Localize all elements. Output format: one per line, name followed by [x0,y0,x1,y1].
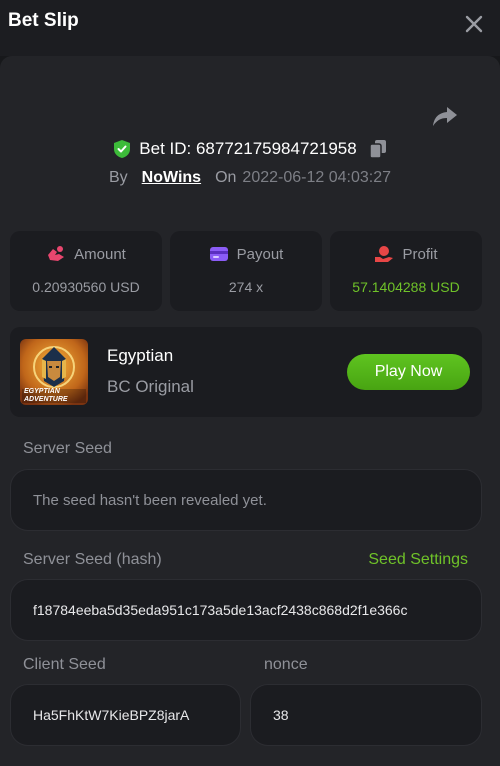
server-seed-hash-label: Server Seed (hash) [23,551,162,568]
bet-id-row: Bet ID: 68772175984721958 [0,136,500,162]
amount-label: Amount [74,245,126,263]
game-card: EGYPTIAN ADVENTURE Egyptian BC Original … [10,327,482,417]
server-seed-field[interactable]: The seed hasn't been revealed yet. [10,469,482,531]
amount-value: 0.20930560 USD [32,279,140,295]
page-title: Bet Slip [8,10,79,31]
nonce-label: nonce [264,656,308,673]
on-label: On [215,169,237,186]
amount-card: Amount 0.20930560 USD [10,231,162,311]
shield-check-icon [114,140,131,158]
bet-id: Bet ID: 68772175984721958 [139,139,357,158]
game-name: Egyptian [107,346,174,365]
profit-value: 57.1404288 USD [352,279,460,295]
bet-date: 2022-06-12 04:03:27 [242,169,391,186]
server-seed-label: Server Seed [23,440,112,457]
play-now-button[interactable]: Play Now [347,354,470,390]
game-thumbnail[interactable]: EGYPTIAN ADVENTURE [20,339,88,405]
client-seed-value: Ha5FhKtW7KieBPZ8jarA [33,707,190,723]
payout-value: 274 x [228,279,264,295]
profit-label: Profit [402,245,438,263]
game-thumbnail-text: EGYPTIAN ADVENTURE [24,388,68,403]
server-seed-value: The seed hasn't been revealed yet. [33,491,267,509]
card-icon [209,247,228,261]
server-seed-hash-field[interactable]: f18784eeba5d35eda951c173a5de13acf2438c86… [10,579,482,641]
client-seed-label: Client Seed [23,656,106,673]
share-button[interactable] [432,104,458,128]
server-seed-hash-value: f18784eeba5d35eda951c173a5de13acf2438c86… [33,602,408,618]
game-provider: BC Original [107,377,194,396]
bet-meta-row: By NoWins On 2022-06-12 04:03:27 [0,166,500,190]
close-icon [465,15,483,33]
header: Bet Slip [0,0,500,56]
payout-card: Payout 274 x [170,231,322,311]
nonce-value: 38 [273,707,289,723]
share-icon [433,107,457,126]
by-label: By [109,169,128,186]
amount-icon [48,246,65,261]
nonce-field[interactable]: 38 [250,684,482,746]
seed-settings-link[interactable]: Seed Settings [368,551,468,569]
profit-icon [375,246,394,262]
close-button[interactable] [462,12,486,36]
copy-icon[interactable] [368,139,387,159]
payout-label: Payout [236,245,284,263]
user-link[interactable]: NoWins [142,169,201,187]
client-seed-field[interactable]: Ha5FhKtW7KieBPZ8jarA [10,684,241,746]
profit-card: Profit 57.1404288 USD [330,231,482,311]
